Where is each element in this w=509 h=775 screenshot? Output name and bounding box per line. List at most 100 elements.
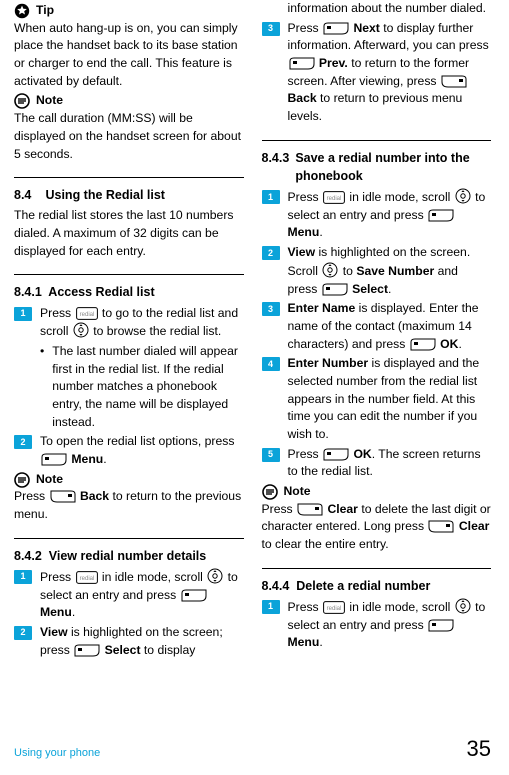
heading-number: 8.4 — [14, 186, 42, 204]
heading-title: Access Redial list — [48, 285, 154, 299]
bullet-dot: • — [40, 343, 44, 431]
step-number-badge: 3 — [262, 302, 280, 316]
nav-key-icon — [207, 568, 223, 584]
note-block-2: Note — [14, 471, 244, 489]
step-body: Press Next to display further informatio… — [288, 20, 492, 126]
step-number-badge: 2 — [14, 435, 32, 449]
note-label: Note — [36, 92, 63, 110]
note-block-1: Note — [14, 92, 244, 110]
step: 1 Press to go to the redial list and scr… — [14, 305, 244, 341]
heading-8-4-1: 8.4.1 Access Redial list — [14, 283, 244, 301]
step-number-badge: 1 — [262, 190, 280, 204]
redial-key-icon — [323, 601, 345, 614]
softkey-left-icon — [322, 283, 348, 296]
heading-8-4-2: 8.4.2 View redial number details — [14, 547, 244, 565]
heading-number: 8.4.1 — [14, 285, 42, 299]
heading-8-4-3: 8.4.3 Save a redial number into the phon… — [262, 149, 492, 185]
softkey-left-icon — [289, 57, 315, 70]
softkey-left-icon — [181, 589, 207, 602]
step: 2 View is highlighted on the screen; pre… — [14, 624, 244, 659]
heading-title: View redial number details — [49, 549, 206, 563]
divider — [14, 177, 244, 178]
step-body: Press OK. The screen returns to the redi… — [288, 446, 492, 481]
softkey-right-icon — [441, 75, 467, 88]
note-label: Note — [36, 471, 63, 489]
softkey-right-icon — [297, 503, 323, 516]
softkey-left-icon — [323, 22, 349, 35]
heading-number: 8.4.2 — [14, 549, 42, 563]
step: 1 Press in idle mode, scroll to select a… — [262, 598, 492, 652]
nav-key-icon — [73, 322, 89, 338]
divider — [14, 274, 244, 275]
step-body: Press to go to the redial list and scrol… — [40, 305, 244, 341]
heading-8-4-4: 8.4.4 Delete a redial number — [262, 577, 492, 595]
note-block-3: Note — [262, 483, 492, 501]
redial-key-icon — [76, 307, 98, 320]
softkey-right-icon — [50, 490, 76, 503]
softkey-left-icon — [428, 619, 454, 632]
step-number-badge: 2 — [262, 246, 280, 260]
step-number-badge: 1 — [14, 307, 32, 321]
divider — [262, 568, 492, 569]
heading-number: 8.4.3 — [262, 149, 290, 185]
step: 2 To open the redial list options, press… — [14, 433, 244, 468]
step-body: Press in idle mode, scroll to select an … — [40, 568, 244, 622]
continuation-text: information about the number dialed. — [262, 0, 492, 18]
note1-body: The call duration (MM:SS) will be displa… — [14, 110, 244, 163]
step-body: Enter Number is displayed and the select… — [288, 355, 492, 443]
softkey-left-icon — [74, 644, 100, 657]
step-number-badge: 3 — [262, 22, 280, 36]
step-number-badge: 5 — [262, 448, 280, 462]
step-number-badge: 4 — [262, 357, 280, 371]
divider — [14, 538, 244, 539]
nav-key-icon — [455, 188, 471, 204]
nav-key-icon — [455, 598, 471, 614]
redial-key-icon — [323, 191, 345, 204]
step-body: View is highlighted on the screen. Scrol… — [288, 244, 492, 298]
step: 5 Press OK. The screen returns to the re… — [262, 446, 492, 481]
step-number-badge: 1 — [262, 600, 280, 614]
s84-body: The redial list stores the last 10 numbe… — [14, 207, 244, 260]
divider — [262, 140, 492, 141]
tip-label: Tip — [36, 2, 54, 20]
heading-title: Delete a redial number — [296, 579, 430, 593]
step-body: Enter Name is displayed. Enter the name … — [288, 300, 492, 353]
softkey-left-icon — [323, 448, 349, 461]
bullet-body: The last number dialed will appear first… — [52, 343, 243, 431]
note-icon — [262, 484, 278, 500]
step-body: Press in idle mode, scroll to select an … — [288, 598, 492, 652]
page-footer: Using your phone 35 — [14, 733, 491, 765]
note-icon — [14, 93, 30, 109]
page-number: 35 — [467, 733, 491, 765]
softkey-left-icon — [428, 209, 454, 222]
heading-title: Save a redial number into the phonebook — [295, 149, 491, 185]
nav-key-icon — [322, 262, 338, 278]
note3-body: Press Clear to delete the last digit or … — [262, 501, 492, 554]
softkey-left-icon — [410, 338, 436, 351]
left-column: Tip When auto hang-up is on, you can sim… — [14, 0, 244, 661]
heading-number: 8.4.4 — [262, 579, 290, 593]
step: 3 Press Next to display further informat… — [262, 20, 492, 126]
step-body: To open the redial list options, press M… — [40, 433, 244, 468]
note-icon — [14, 472, 30, 488]
step: 2 View is highlighted on the screen. Scr… — [262, 244, 492, 298]
step-body: View is highlighted on the screen; press… — [40, 624, 244, 659]
right-column: information about the number dialed. 3 P… — [262, 0, 492, 661]
step: 1 Press in idle mode, scroll to select a… — [14, 568, 244, 622]
softkey-right-icon — [428, 520, 454, 533]
redial-key-icon — [76, 571, 98, 584]
step-body: Press in idle mode, scroll to select an … — [288, 188, 492, 242]
footer-left: Using your phone — [14, 746, 100, 762]
step-number-badge: 1 — [14, 570, 32, 584]
heading-title: Using the Redial list — [45, 188, 164, 202]
step: 3 Enter Name is displayed. Enter the nam… — [262, 300, 492, 353]
step: 1 Press in idle mode, scroll to select a… — [262, 188, 492, 242]
tip-body: When auto hang-up is on, you can simply … — [14, 20, 244, 91]
bullet: • The last number dialed will appear fir… — [40, 343, 244, 431]
step-number-badge: 2 — [14, 626, 32, 640]
heading-8-4: 8.4 Using the Redial list — [14, 186, 244, 204]
step: 4 Enter Number is displayed and the sele… — [262, 355, 492, 443]
tip-block: Tip — [14, 2, 244, 20]
softkey-left-icon — [41, 453, 67, 466]
note-label: Note — [284, 483, 311, 501]
